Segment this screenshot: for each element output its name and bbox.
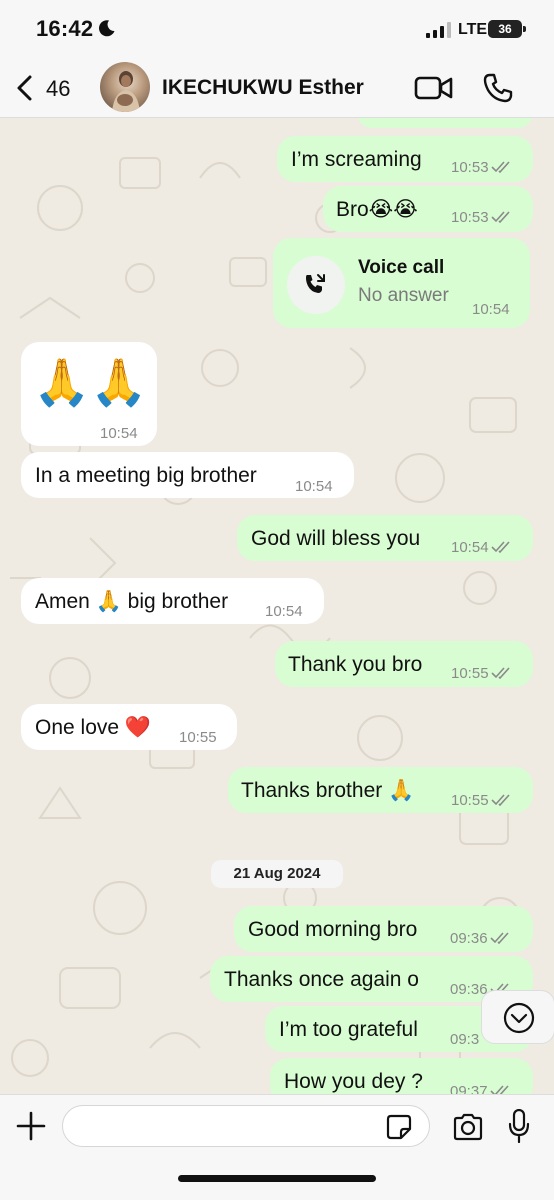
- battery-level: 36: [498, 22, 512, 36]
- message-meta: 09:37: [450, 1079, 510, 1094]
- message-time: 10:54: [451, 539, 489, 556]
- message-meta: 10:54: [451, 535, 511, 561]
- message-bubble-outgoing[interactable]: Bro😭😭 10:53: [323, 186, 533, 232]
- message-time: 10:53: [451, 159, 489, 176]
- composer-bar: [0, 1094, 554, 1200]
- message-meta: 10:55: [451, 661, 511, 687]
- battery-indicator: 36: [488, 20, 526, 38]
- message-bubble-incoming[interactable]: In a meeting big brother 10:54: [21, 452, 354, 498]
- camera-icon[interactable]: [452, 1113, 484, 1141]
- read-ticks-icon: [490, 541, 510, 553]
- message-text: In a meeting big brother: [35, 464, 257, 487]
- message-bubble-outgoing[interactable]: Thanks brother 🙏 10:55: [228, 767, 533, 813]
- message-text: How you dey ?: [284, 1070, 423, 1093]
- message-text: God will bless you: [251, 527, 421, 550]
- message-text: Good morning bro: [248, 918, 418, 941]
- message-time: 09:37: [450, 1083, 488, 1094]
- read-ticks-icon: [490, 211, 510, 223]
- moon-icon: [98, 20, 115, 37]
- read-ticks-icon: [489, 932, 509, 944]
- avatar[interactable]: [100, 62, 150, 112]
- message-meta: 09:36: [450, 926, 510, 952]
- unread-count[interactable]: 46: [46, 76, 70, 102]
- mic-icon[interactable]: [508, 1109, 530, 1143]
- missed-call-icon-circle: [287, 256, 345, 314]
- chat-area[interactable]: I’m screaming 10:53 Bro😭😭 10:53 Voice ca…: [0, 118, 554, 1094]
- chevron-down-icon: [503, 1002, 535, 1034]
- call-subtitle: No answer: [358, 285, 449, 306]
- voice-call-bubble[interactable]: Voice call No answer 10:54: [273, 238, 530, 328]
- contact-name[interactable]: IKECHUKWU Esther: [162, 76, 364, 100]
- back-chevron-icon[interactable]: [14, 74, 36, 102]
- message-time: 10:54: [295, 478, 333, 495]
- read-ticks-icon: [490, 161, 510, 173]
- read-ticks-icon: [490, 794, 510, 806]
- chat-header: 46 IKECHUKWU Esther: [0, 58, 554, 118]
- scroll-to-bottom-button[interactable]: [481, 990, 554, 1044]
- avatar-photo-icon: [112, 71, 140, 112]
- signal-icon: [426, 22, 451, 38]
- date-separator: 21 Aug 2024: [211, 860, 343, 888]
- plus-icon[interactable]: [16, 1111, 46, 1141]
- call-title: Voice call: [358, 257, 445, 278]
- message-time: 10:54: [265, 603, 303, 620]
- message-bubble-outgoing[interactable]: God will bless you 10:54: [237, 515, 533, 561]
- message-text: I’m too grateful: [279, 1018, 418, 1041]
- message-time: 10:54: [472, 301, 510, 318]
- message-text: Amen 🙏 big brother: [35, 590, 229, 613]
- message-bubble-outgoing[interactable]: Good morning bro 09:36: [234, 906, 533, 952]
- status-time: 16:42: [36, 16, 94, 41]
- message-meta: 10:55: [451, 788, 511, 814]
- message-meta: 10:53: [451, 155, 511, 181]
- message-text: One love ❤️: [35, 716, 152, 739]
- message-bubble-incoming[interactable]: One love ❤️ 10:55: [21, 704, 237, 750]
- message-input[interactable]: [62, 1105, 430, 1147]
- network-type: LTE: [458, 21, 488, 38]
- sticker-icon[interactable]: [386, 1114, 412, 1140]
- message-text: Thanks brother 🙏: [241, 779, 415, 802]
- message-text: I’m screaming: [291, 148, 422, 171]
- message-bubble-outgoing[interactable]: How you dey ? 09:37: [270, 1058, 533, 1094]
- message-time: 10:55: [451, 792, 489, 809]
- read-ticks-icon: [489, 1085, 509, 1094]
- message-time: 09:36: [450, 930, 488, 947]
- message-time: 10:53: [451, 209, 489, 226]
- message-bubble-incoming[interactable]: 🙏🙏 10:54: [21, 342, 157, 446]
- message-emoji: 🙏🙏: [33, 355, 148, 409]
- message-bubble-outgoing[interactable]: I’m screaming 10:53: [277, 136, 533, 182]
- message-text: Thanks once again o: [224, 968, 419, 991]
- message-time: 10:55: [179, 729, 217, 746]
- message-text: Bro😭😭: [336, 198, 418, 221]
- message-meta: 10:53: [451, 205, 511, 231]
- phone-icon[interactable]: [482, 72, 514, 104]
- message-time: 10:55: [451, 665, 489, 682]
- missed-call-icon: [306, 274, 325, 293]
- message-time: 09:3: [450, 1031, 480, 1048]
- message-bubble-incoming[interactable]: Amen 🙏 big brother 10:54: [21, 578, 324, 624]
- message-time: 10:54: [100, 425, 138, 442]
- read-ticks-icon: [490, 667, 510, 679]
- message-bubble-outgoing[interactable]: Thank you bro 10:55: [275, 641, 533, 687]
- message-text: Thank you bro: [288, 653, 423, 676]
- home-indicator: [178, 1175, 376, 1182]
- message-bubble-partial[interactable]: [357, 118, 533, 128]
- status-bar: 16:42 LTE 36: [0, 0, 554, 58]
- video-icon[interactable]: [414, 74, 454, 102]
